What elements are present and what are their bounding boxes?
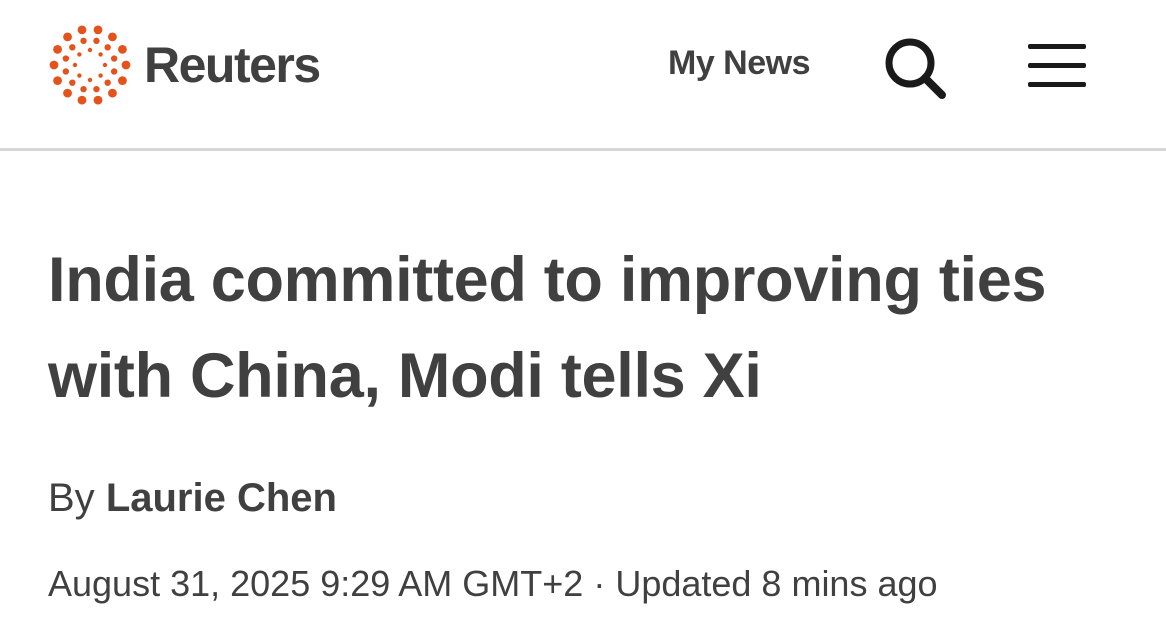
article-headline: India committed to improving ties with C… (48, 245, 1047, 411)
logo-dot (63, 88, 72, 98)
logo-dot (63, 32, 72, 42)
logo-dot (98, 52, 103, 57)
logo-dot (104, 44, 111, 51)
logo-dot (69, 79, 76, 86)
logo-dot (108, 32, 117, 42)
reuters-logo-icon (49, 25, 131, 105)
logo-dot (118, 44, 127, 54)
logo-dot (77, 95, 87, 105)
byline-prefix: By (48, 476, 95, 520)
author-link[interactable]: Laurie Chen (106, 476, 337, 520)
logo-dot (121, 60, 131, 70)
search-button[interactable] (880, 33, 950, 103)
logo-dot (93, 85, 100, 93)
article-dateline: August 31, 2025 9:29 AM GMT+2 · Updated … (48, 563, 938, 604)
logo-dot (72, 62, 78, 68)
logo-dot (53, 44, 62, 54)
logo-dot (53, 76, 62, 86)
logo-dot (102, 62, 108, 68)
logo-dot (80, 37, 87, 45)
logo-dot (80, 85, 87, 93)
my-news-link[interactable]: My News (668, 43, 811, 83)
logo-dot (93, 37, 100, 45)
logo-dot (108, 88, 117, 98)
logo-dot (98, 73, 103, 78)
logo-dot (77, 73, 82, 78)
logo-dot (93, 25, 103, 35)
byline: By Laurie Chen (48, 474, 337, 522)
logo-dot (87, 77, 93, 83)
logo-dot (49, 60, 59, 70)
search-icon (885, 38, 946, 99)
reuters-logo[interactable]: Reuters (48, 22, 321, 108)
logo-dot (77, 25, 87, 35)
logo-dot (69, 44, 76, 51)
logo-dot (110, 55, 118, 62)
logo-dot (93, 95, 103, 105)
hamburger-menu-icon (1028, 44, 1086, 87)
logo-dot (62, 55, 70, 62)
logo-dot (118, 76, 127, 86)
brand-name: Reuters (144, 37, 321, 93)
logo-dot (77, 52, 82, 57)
logo-dot (62, 68, 70, 75)
logo-dot (87, 47, 93, 53)
menu-button[interactable] (1026, 42, 1088, 90)
logo-dot (104, 79, 111, 86)
site-header: Reuters My News (0, 0, 1166, 151)
logo-dot (110, 68, 118, 75)
